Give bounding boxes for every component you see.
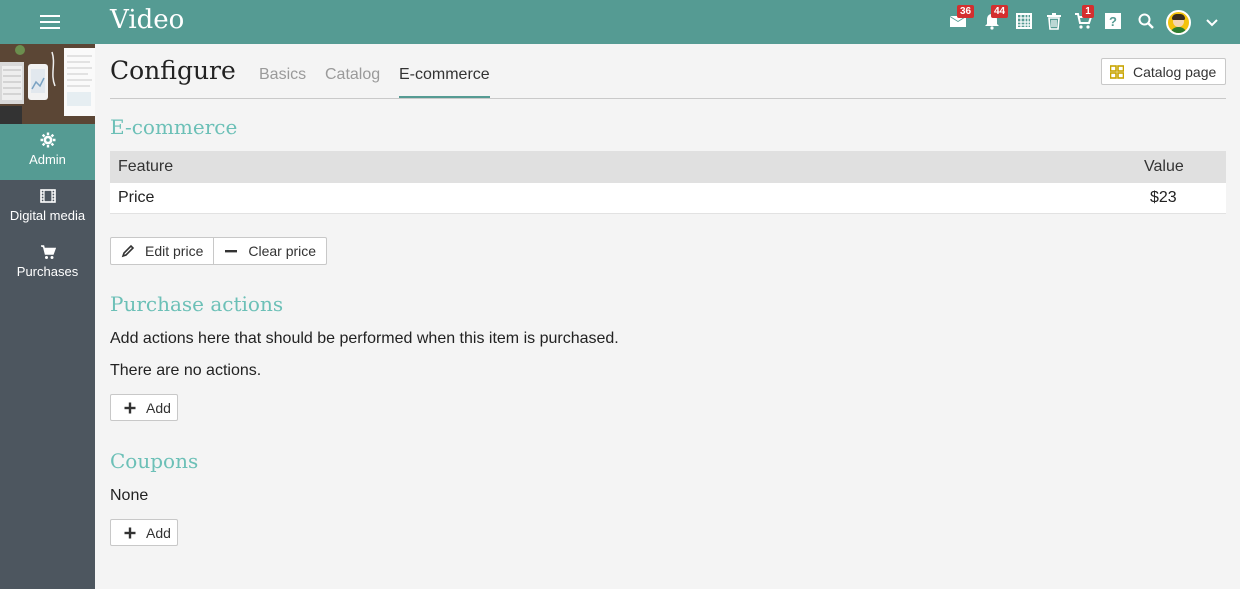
- catalog-page-button[interactable]: Catalog page: [1101, 58, 1226, 85]
- sidebar-item-admin[interactable]: Admin: [0, 124, 95, 180]
- catalog-page-label: Catalog page: [1133, 63, 1217, 80]
- purchase-actions-heading: Purchase actions: [110, 292, 284, 316]
- price-button-group: Edit price Clear price: [110, 237, 328, 265]
- add-action-label: Add: [146, 399, 171, 416]
- table-header: Feature Value: [110, 151, 1226, 183]
- sidebar-item-digital-media[interactable]: Digital media: [0, 180, 95, 236]
- tab-basics[interactable]: Basics: [259, 66, 306, 96]
- cart-icon: [40, 245, 56, 259]
- add-action-button[interactable]: Add: [110, 394, 178, 421]
- chevron-down-icon[interactable]: [1204, 14, 1220, 30]
- tabs-divider: [110, 98, 1226, 99]
- trash-icon[interactable]: [1045, 12, 1067, 34]
- mail-badge: 36: [957, 5, 975, 18]
- plus-icon: [124, 402, 136, 413]
- tab-catalog[interactable]: Catalog: [325, 66, 380, 96]
- coupons-empty-text: None: [110, 487, 149, 504]
- clear-price-button[interactable]: Clear price: [213, 238, 326, 264]
- no-actions-text: There are no actions.: [110, 362, 262, 379]
- catalog-grid-icon: [1110, 64, 1124, 79]
- pencil-icon: [121, 244, 135, 258]
- page-title: Configure: [110, 56, 236, 85]
- value-cell: $23: [1150, 189, 1177, 206]
- sidebar-item-label: Digital media: [9, 208, 86, 223]
- sidebar-item-label: Admin: [29, 152, 66, 167]
- notification-badge: 44: [991, 5, 1009, 18]
- sidebar-banner-image: [0, 44, 95, 124]
- search-icon[interactable]: [1137, 12, 1159, 34]
- main-content: Configure Basics Catalog E-commerce Cata…: [95, 44, 1240, 589]
- purchase-actions-description: Add actions here that should be performe…: [110, 330, 619, 347]
- sidebar-item-label: Purchases: [16, 264, 79, 279]
- minus-icon: [225, 250, 238, 253]
- plus-icon: [124, 527, 136, 538]
- film-icon: [39, 189, 56, 203]
- help-icon[interactable]: ?: [1104, 12, 1126, 34]
- mail-icon[interactable]: 36: [949, 5, 975, 34]
- ecommerce-heading: E-commerce: [110, 115, 238, 139]
- feature-cell: Price: [118, 189, 155, 206]
- clear-price-label: Clear price: [248, 243, 317, 259]
- bell-icon[interactable]: 44: [983, 5, 1009, 34]
- hamburger-icon[interactable]: [38, 12, 62, 32]
- sidebar: Admin Digital media Purchases: [0, 44, 95, 589]
- tab-ecommerce[interactable]: E-commerce: [399, 66, 490, 99]
- table-row: Price $23: [110, 183, 1226, 214]
- avatar[interactable]: [1166, 10, 1191, 35]
- feature-table: Feature Value Price $23: [110, 151, 1226, 214]
- edit-price-button[interactable]: Edit price: [111, 238, 213, 264]
- svg-text:?: ?: [1109, 14, 1117, 29]
- app-title: Video: [110, 5, 185, 35]
- edit-price-label: Edit price: [145, 243, 204, 259]
- coupons-heading: Coupons: [110, 449, 199, 473]
- calendar-icon[interactable]: [1015, 12, 1037, 34]
- cart-badge: 1: [1082, 5, 1094, 18]
- add-coupon-button[interactable]: Add: [110, 519, 178, 546]
- sidebar-item-purchases[interactable]: Purchases: [0, 236, 95, 292]
- column-header-value: Value: [1144, 158, 1184, 175]
- column-header-feature: Feature: [118, 158, 174, 175]
- gear-icon: [40, 132, 55, 148]
- cart-icon[interactable]: 1: [1074, 5, 1096, 34]
- add-coupon-label: Add: [146, 524, 171, 541]
- top-bar: Video 36 44 1 ?: [0, 0, 1240, 44]
